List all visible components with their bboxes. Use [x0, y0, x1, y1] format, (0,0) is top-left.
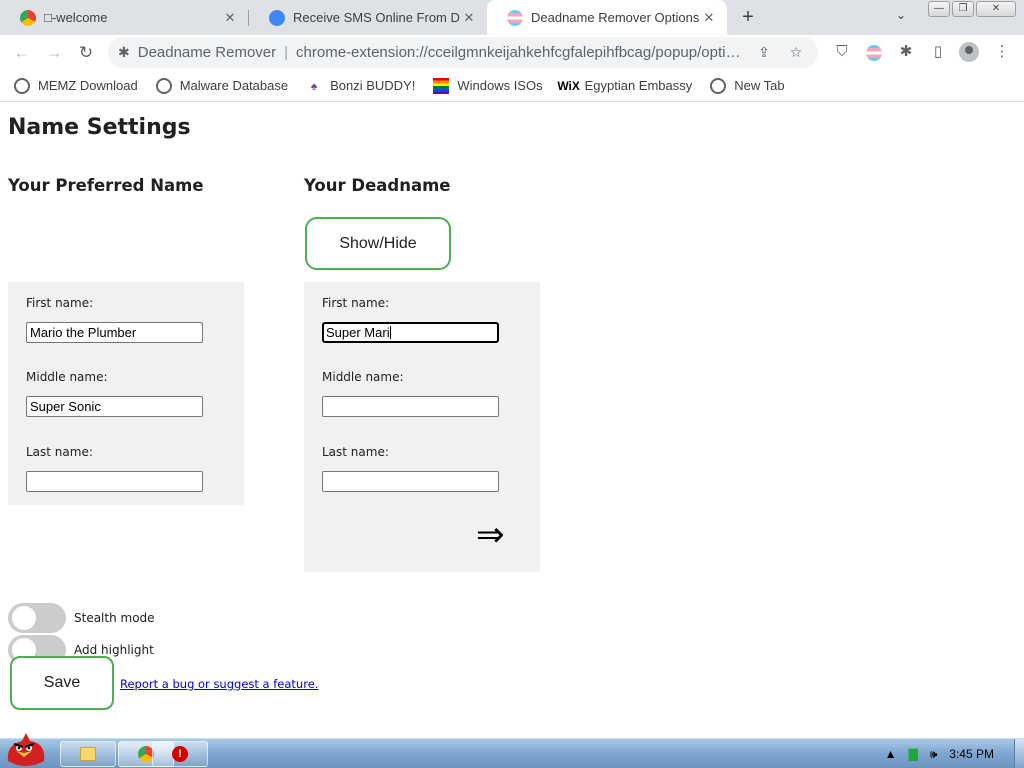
- extension-puzzle-icon: ✱: [118, 44, 130, 60]
- preferred-first-name-input[interactable]: Mario the Plumber: [26, 322, 203, 343]
- share-icon[interactable]: ⇪: [752, 44, 776, 61]
- page-title: Name Settings: [8, 115, 191, 140]
- tab-welcome[interactable]: □-welcome ✕: [0, 0, 248, 35]
- deadname-heading: Your Deadname: [304, 176, 451, 195]
- options-page: Name Settings Your Preferred Name Your D…: [0, 103, 1024, 738]
- bookmark-label: MEMZ Download: [38, 78, 138, 93]
- minimize-icon[interactable]: —: [928, 1, 950, 17]
- url-text: chrome-extension://cceilgmnkeijahkehfcgf…: [296, 44, 744, 61]
- tab-search-chevron-icon[interactable]: ⌄: [896, 8, 906, 22]
- deadname-first-name-label: First name:: [322, 296, 390, 310]
- tab-strip: □-welcome ✕ Receive SMS Online From DISC…: [0, 0, 1024, 35]
- right-double-arrow-icon: ⇒: [476, 515, 505, 555]
- deadname-first-name-input[interactable]: Super Mari: [322, 322, 499, 343]
- tab-title: □-welcome: [44, 10, 108, 25]
- window-controls: — ❐ ✕: [928, 1, 1016, 17]
- bookmark-label: Bonzi BUDDY!: [330, 78, 416, 93]
- profile-avatar-icon[interactable]: [959, 42, 979, 62]
- trans-flag-icon: [507, 9, 523, 26]
- tab-title: Receive SMS Online From DISC: [293, 10, 461, 25]
- omnibox-divider: |: [284, 44, 289, 61]
- show-hide-button[interactable]: Show/Hide: [305, 217, 451, 270]
- bookmark-memz-download[interactable]: MEMZ Download: [14, 77, 138, 94]
- preferred-last-name-input[interactable]: [26, 471, 203, 492]
- tab-title: Deadname Remover Options: [531, 10, 700, 25]
- tab-receive-sms[interactable]: Receive SMS Online From DISC ✕: [249, 0, 487, 35]
- stealth-mode-label: Stealth mode: [74, 611, 155, 625]
- close-window-icon[interactable]: ✕: [976, 1, 1016, 17]
- tab-deadname-remover-options[interactable]: Deadname Remover Options ✕: [487, 0, 727, 35]
- globe-icon: [14, 77, 30, 94]
- save-button[interactable]: Save: [10, 656, 114, 710]
- extension-name: Deadname Remover: [137, 44, 277, 61]
- bookmark-label: Windows ISOs: [457, 78, 543, 93]
- back-icon[interactable]: ←: [10, 41, 34, 65]
- preferred-name-panel: First name: Mario the Plumber Middle nam…: [8, 282, 244, 505]
- toggle-knob: [12, 606, 36, 630]
- bookmark-label: New Tab: [734, 78, 785, 93]
- sms-icon: [269, 9, 285, 26]
- windows-taskbar: ! ▲ ▇ 🕪 3:45 PM: [0, 733, 1024, 768]
- stealth-mode-row: Stealth mode: [8, 603, 155, 633]
- bookmark-windows-isos[interactable]: Windows ISOs: [433, 77, 543, 94]
- more-menu-icon[interactable]: ⋮: [992, 42, 1012, 62]
- wix-icon: WiX: [557, 78, 580, 93]
- tab-close-icon[interactable]: ✕: [701, 10, 717, 26]
- show-desktop-button[interactable]: [1014, 739, 1024, 768]
- taskbar-explorer-button[interactable]: [60, 741, 116, 767]
- clock[interactable]: 3:45 PM: [949, 747, 994, 761]
- bookmark-star-icon[interactable]: ☆: [784, 44, 808, 61]
- preferred-first-name-label: First name:: [26, 296, 94, 310]
- preferred-middle-name-input[interactable]: Super Sonic: [26, 396, 203, 417]
- tray-expand-icon[interactable]: ▲: [885, 747, 897, 761]
- volume-icon[interactable]: 🕪: [930, 747, 938, 762]
- deadname-first-name-value: Super Mari: [326, 325, 390, 340]
- extensions-puzzle-icon[interactable]: ✱: [896, 42, 916, 62]
- bookmark-label: Egyptian Embassy: [584, 78, 693, 93]
- globe-icon: [710, 77, 727, 94]
- bookmarks-bar: MEMZ Download Malware Database ♠ Bonzi B…: [0, 70, 1024, 102]
- forward-icon[interactable]: →: [42, 41, 66, 65]
- reload-icon[interactable]: ↻: [74, 41, 98, 65]
- bookmark-bonzi-buddy[interactable]: ♠ Bonzi BUDDY!: [306, 78, 415, 94]
- deadname-last-name-label: Last name:: [322, 445, 389, 459]
- start-button-angry-bird-icon[interactable]: [2, 731, 48, 768]
- preferred-middle-name-label: Middle name:: [26, 370, 108, 384]
- address-bar[interactable]: ✱ Deadname Remover | chrome-extension://…: [108, 37, 818, 68]
- save-label: Save: [43, 674, 81, 691]
- tab-close-icon[interactable]: ✕: [222, 10, 238, 26]
- side-panel-icon[interactable]: ▯: [928, 42, 948, 62]
- add-highlight-label: Add highlight: [74, 643, 154, 657]
- rainbow-flag-icon: [433, 77, 450, 94]
- stealth-mode-toggle[interactable]: [8, 603, 66, 633]
- report-bug-link[interactable]: Report a bug or suggest a feature.: [120, 677, 318, 691]
- deadname-remover-extension-icon[interactable]: [866, 45, 882, 61]
- folder-icon: [80, 747, 96, 761]
- taskbar-stop-button[interactable]: !: [152, 741, 208, 767]
- chrome-icon: [20, 9, 36, 26]
- preferred-last-name-label: Last name:: [26, 445, 93, 459]
- deadname-middle-name-label: Middle name:: [322, 370, 404, 384]
- system-tray: ▲ ▇ 🕪 3:45 PM: [885, 739, 1024, 768]
- deadname-panel: First name: Super Mari Middle name: Last…: [304, 282, 540, 572]
- text-caret: [389, 326, 391, 339]
- bookmark-egyptian-embassy[interactable]: WiX Egyptian Embassy: [557, 78, 693, 94]
- bookmark-malware-database[interactable]: Malware Database: [155, 77, 289, 94]
- deadname-last-name-input[interactable]: [322, 471, 499, 492]
- bonzi-icon: ♠: [310, 78, 318, 93]
- stop-icon: !: [172, 746, 188, 762]
- ublock-icon[interactable]: ⛉: [832, 42, 852, 62]
- network-icon[interactable]: ▇: [909, 747, 918, 761]
- preferred-name-heading: Your Preferred Name: [8, 176, 204, 195]
- bookmark-new-tab[interactable]: New Tab: [710, 77, 785, 94]
- bookmark-label: Malware Database: [179, 78, 289, 93]
- globe-icon: [155, 77, 172, 94]
- restore-icon[interactable]: ❐: [952, 1, 974, 17]
- deadname-middle-name-input[interactable]: [322, 396, 499, 417]
- tab-close-icon[interactable]: ✕: [461, 10, 477, 26]
- new-tab-icon[interactable]: +: [737, 6, 759, 28]
